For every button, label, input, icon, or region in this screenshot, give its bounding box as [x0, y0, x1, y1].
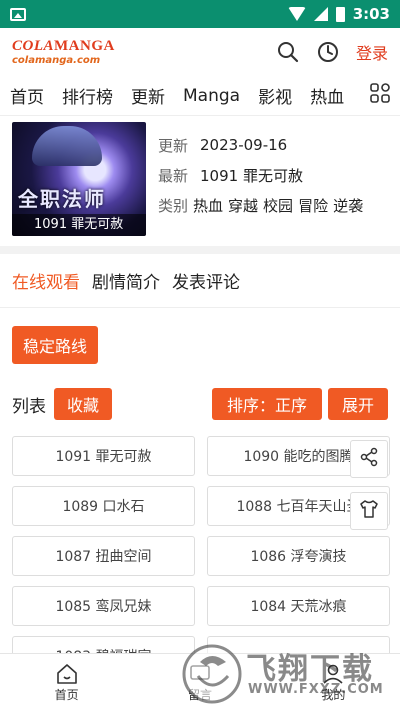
tag[interactable]: 校园 [263, 195, 293, 216]
share-icon [359, 447, 379, 471]
nav-item-updates[interactable]: 更新 [131, 83, 165, 108]
comic-meta: 更新 2023-09-16 最新 1091 罪无可赦 类别 热血 穿越 校园 冒险 … [158, 122, 368, 238]
tab-watch-online[interactable]: 在线观看 [12, 268, 80, 293]
theme-button[interactable] [350, 492, 388, 530]
chapter-item[interactable]: 1091 罪无可赦 [12, 436, 195, 476]
app-header: COLAMANGA colamanga.com 登录 [0, 28, 400, 76]
sort-order-button[interactable]: 排序：正序 [212, 388, 322, 420]
battery-icon [335, 6, 345, 22]
login-button[interactable]: 登录 [356, 40, 388, 64]
tag[interactable]: 热血 [193, 195, 223, 216]
comic-info: 全职法师 1091 罪无可赦 更新 2023-09-16 最新 1091 罪无可赦 … [0, 116, 400, 238]
updated-label: 更新 [158, 136, 189, 155]
nav-item-hotblood[interactable]: 热血 [310, 83, 344, 108]
section-divider [0, 246, 400, 254]
latest-label: 最新 [158, 166, 189, 185]
nav-item-manga[interactable]: Manga [183, 86, 240, 106]
home-icon [55, 662, 79, 686]
share-button[interactable] [350, 440, 388, 478]
signal-icon [313, 7, 328, 21]
category-label: 类别 [158, 196, 189, 215]
logo-subtitle: colamanga.com [12, 54, 101, 66]
chapter-item[interactable]: 1087 扭曲空间 [12, 536, 195, 576]
grid-menu-icon[interactable] [370, 83, 390, 108]
site-logo[interactable]: COLAMANGA colamanga.com [12, 37, 115, 66]
cover-title-art: 全职法师 [18, 187, 106, 211]
nav-item-film[interactable]: 影视 [258, 83, 292, 108]
stable-route-button[interactable]: 稳定路线 [12, 326, 98, 364]
watermark-url: WWW.FXXZ.COM [248, 682, 384, 697]
tab-synopsis[interactable]: 剧情简介 [92, 268, 160, 293]
bottom-tab-label: 留言 [187, 688, 212, 702]
detail-tabs: 在线观看 剧情简介 发表评论 [0, 254, 400, 308]
clock-time: 3:03 [352, 5, 390, 23]
bottom-tab-label: 首页 [54, 688, 79, 702]
search-icon[interactable] [276, 40, 300, 64]
image-notification-icon [10, 7, 26, 21]
cover-chapter-caption: 1091 罪无可赦 [12, 214, 146, 236]
chapter-item[interactable]: 1089 口水石 [12, 486, 195, 526]
chapter-item[interactable]: 1086 浮夸演技 [207, 536, 390, 576]
logo-text-manga: MANGA [54, 37, 115, 54]
wifi-icon [287, 7, 306, 21]
history-clock-icon[interactable] [316, 40, 340, 64]
list-label: 列表 [12, 396, 46, 417]
tag[interactable]: 冒险 [298, 195, 328, 216]
bottom-tab-home[interactable]: 首页 [0, 654, 133, 711]
tag[interactable]: 逆袭 [333, 195, 363, 216]
latest-value[interactable]: 1091 罪无可赦 [200, 165, 303, 186]
cover-character-art [32, 126, 102, 166]
nav-item-ranking[interactable]: 排行榜 [62, 83, 113, 108]
chapter-list-toolbar: 列表 收藏 排序：正序 展开 [0, 374, 400, 426]
updated-value: 2023-09-16 [200, 136, 288, 154]
comic-cover-image[interactable]: 全职法师 1091 罪无可赦 [12, 122, 146, 236]
logo-text-cola: COLA [12, 37, 55, 54]
category-nav: 首页 排行榜 更新 Manga 影视 热血 [0, 76, 400, 116]
chapter-grid: 1091 罪无可赦 1090 能吃的图腾 1089 口水石 1088 七百年天山… [0, 426, 400, 676]
nav-item-home[interactable]: 首页 [10, 83, 44, 108]
chapter-item[interactable]: 1085 鸾凤兄妹 [12, 586, 195, 626]
tshirt-icon [359, 499, 379, 523]
message-icon [188, 662, 212, 686]
status-bar: 3:03 [0, 0, 400, 28]
favorite-button[interactable]: 收藏 [54, 388, 112, 420]
tag[interactable]: 穿越 [228, 195, 258, 216]
chapter-item[interactable]: 1084 天荒冰痕 [207, 586, 390, 626]
expand-button[interactable]: 展开 [328, 388, 388, 420]
tab-comments[interactable]: 发表评论 [172, 268, 240, 293]
